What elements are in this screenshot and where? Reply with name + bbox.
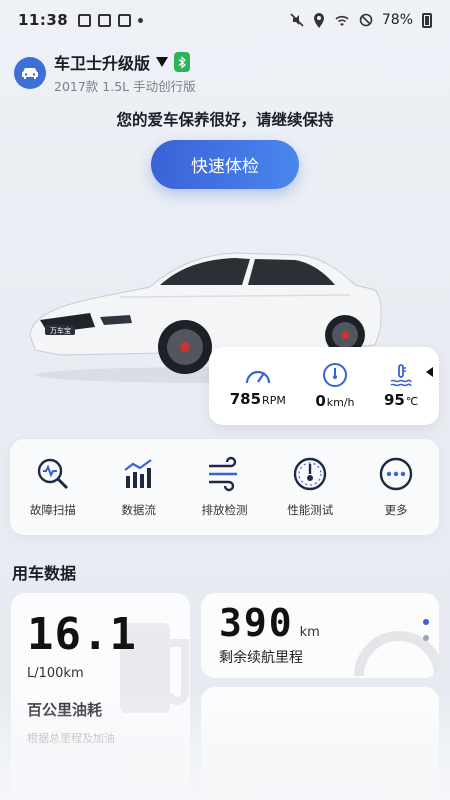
quick-check-button[interactable]: 快速体检 [151,140,299,189]
performance-icon [294,457,327,491]
tool-label: 排放检测 [201,503,248,517]
status-bar: 11:38 78% [0,0,450,40]
rpm-unit: RPM [262,394,286,407]
data-card-placeholder [201,687,439,800]
tool-more[interactable]: 更多 [361,456,431,518]
more-notifications-icon [138,17,144,23]
bluetooth-icon [174,52,191,72]
fuel-note: 根据总里程及加油 [27,732,115,745]
tool-data-stream[interactable]: 数据流 [104,456,174,518]
tool-label: 性能测试 [287,503,334,517]
system-icons: 78% [290,12,432,28]
collapse-arrow-icon[interactable] [426,367,433,377]
vehicle-selector[interactable]: 车卫士升级版 2017款 1.5L 手动创行版 [14,50,196,95]
range-unit: km [299,625,320,640]
card-pager-dots[interactable] [423,619,429,641]
car-avatar-icon [14,56,46,89]
speed-gauge: 0km/h [315,362,355,410]
health-message: 您的爱车保养很好，请继续保持 [116,111,334,129]
speed-value: 0 [315,392,326,410]
vehicle-model: 2017款 1.5L 手动创行版 [54,79,196,94]
photo-notification-icon [118,13,132,27]
coolant-gauge: 95℃ [384,363,418,409]
speedometer-icon [322,363,347,387]
mute-icon [290,13,304,27]
more-icon [379,457,413,491]
battery-icon [422,12,432,28]
tool-emission[interactable]: 排放检测 [189,456,259,518]
diagnostic-tools: 故障扫描 数据流 排放检测 性能测试 更多 [10,439,439,535]
fault-scan-icon [37,458,68,490]
battery-percent: 78% [381,12,413,28]
app-notification-icon [98,13,112,27]
fuel-consumption-card[interactable]: 16.1 L/100km 百公里油耗 根据总里程及加油 [11,593,190,800]
vehicle-title-row: 车卫士升级版 [54,50,196,74]
realtime-gauges-panel: 785RPM 0km/h 95℃ [209,347,439,425]
vehicle-name: 车卫士升级版 [54,54,151,73]
tool-label: 数据流 [121,503,156,517]
emission-icon [209,456,238,492]
data-stream-icon [124,459,152,488]
fuel-pump-watermark-icon [120,623,189,713]
wifi-icon [335,15,349,26]
tool-label: 更多 [384,503,408,517]
dropdown-triangle-icon[interactable] [156,57,169,67]
tachometer-icon [245,370,270,384]
rpm-value: 785 [229,390,262,408]
no-sim-icon [359,13,373,27]
speed-unit: km/h [326,396,355,409]
tool-performance[interactable]: 性能测试 [275,456,345,518]
coolant-unit: ℃ [405,395,419,408]
location-icon [313,12,324,28]
range-value: 390 [219,601,294,645]
remaining-range-card[interactable]: 390 km 剩余续航里程 [201,593,439,678]
coolant-value: 95 [384,391,405,409]
coolant-temperature-icon [390,364,412,387]
plate-badge: 万车宝 [50,326,71,335]
image-notification-icon [78,13,92,27]
status-time: 11:38 [18,11,69,29]
usage-section-title: 用车数据 [12,564,77,583]
tool-fault-scan[interactable]: 故障扫描 [18,456,88,518]
tool-label: 故障扫描 [29,503,76,517]
rpm-gauge: 785RPM [230,364,286,408]
notification-icons [78,13,144,27]
